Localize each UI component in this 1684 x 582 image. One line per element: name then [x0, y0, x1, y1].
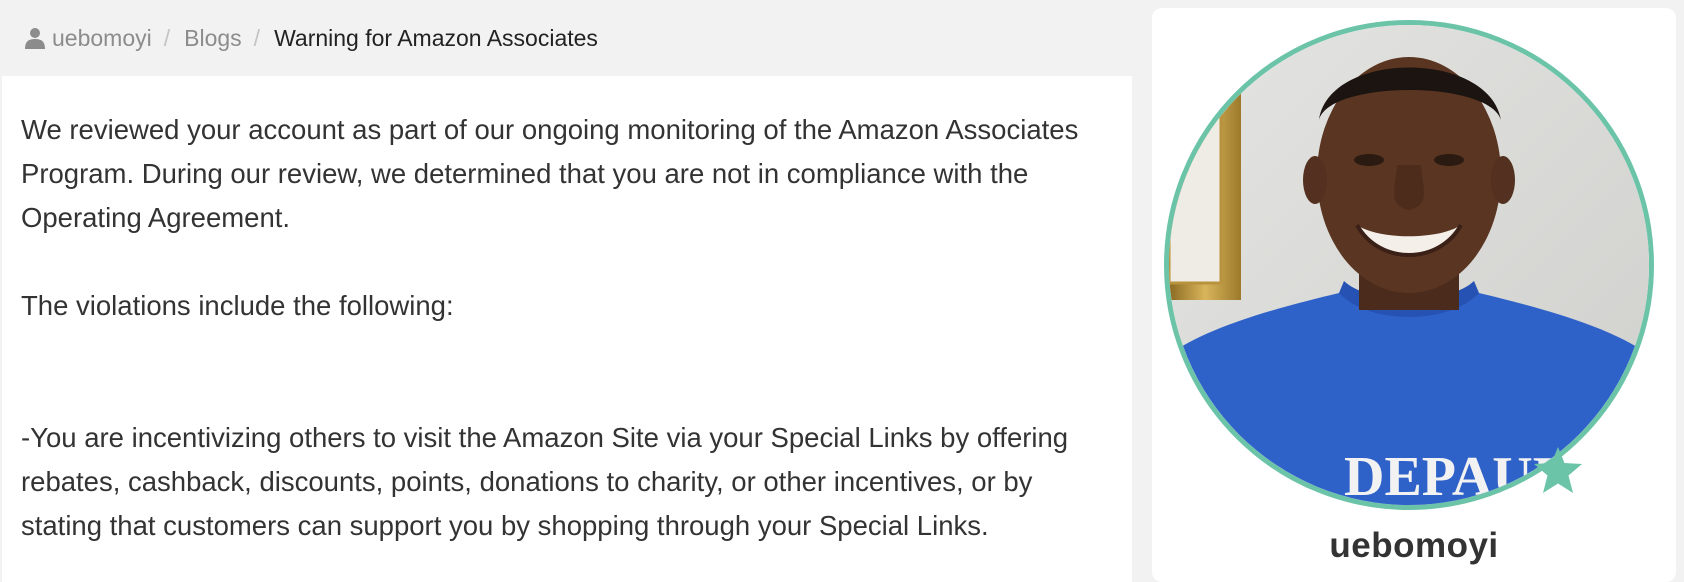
profile-username[interactable]: uebomoyi — [1152, 526, 1676, 566]
post-paragraph: We reviewed your account as part of our … — [21, 114, 1079, 233]
breadcrumb-separator: / — [163, 24, 171, 51]
post-paragraph: -You are incentivizing others to visit t… — [21, 422, 1069, 541]
breadcrumb-separator: / — [253, 24, 261, 51]
user-icon — [25, 28, 45, 49]
breadcrumb-user-link[interactable]: uebomoyi — [24, 25, 152, 52]
blog-post-body: We reviewed your account as part of our … — [2, 76, 1132, 582]
avatar-photo: DEPAUL — [1169, 25, 1649, 505]
star-icon — [1534, 447, 1582, 493]
avatar[interactable]: DEPAUL — [1164, 20, 1654, 510]
breadcrumb-current-page: Warning for Amazon Associates — [274, 24, 598, 51]
avatar-container[interactable]: DEPAUL — [1164, 20, 1654, 510]
breadcrumb-blogs-link[interactable]: Blogs — [184, 25, 242, 52]
profile-card: DEPAUL uebomoyi — [1152, 8, 1676, 582]
breadcrumb: uebomoyi / Blogs / Warning for Amazon As… — [0, 0, 1132, 76]
post-paragraph: The violations include the following: — [21, 290, 454, 321]
breadcrumb-user-label: uebomoyi — [52, 24, 152, 51]
